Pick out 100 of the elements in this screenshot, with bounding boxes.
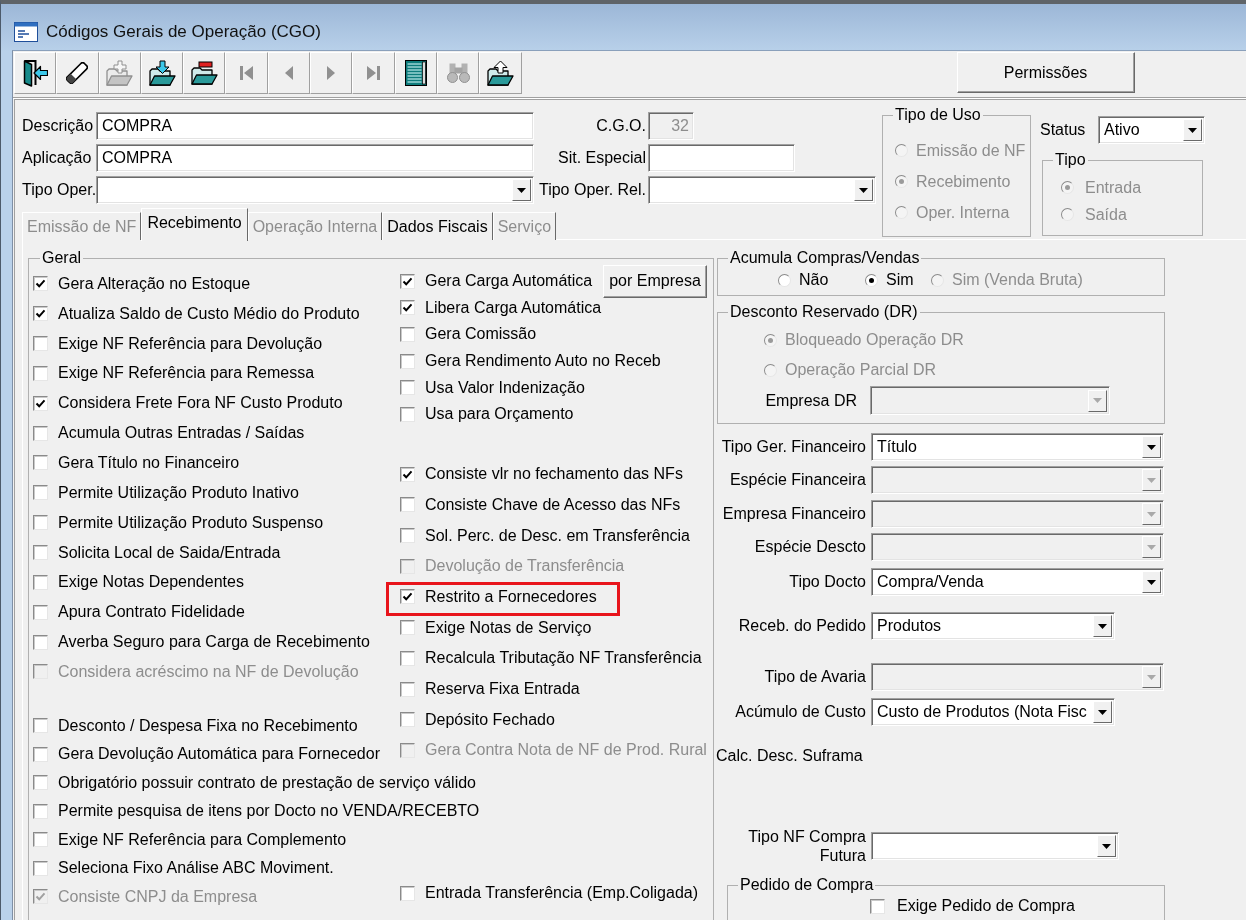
text-field[interactable]: COMPRA (96, 144, 534, 172)
checkbox[interactable] (33, 515, 48, 531)
binoculars-icon (446, 63, 470, 83)
checkbox[interactable] (33, 395, 48, 411)
checkbox[interactable] (33, 365, 48, 381)
checkbox[interactable] (33, 306, 48, 322)
checkbox[interactable] (400, 327, 415, 342)
radio-label: Recebimento (916, 172, 1011, 191)
checkbox[interactable] (400, 885, 415, 901)
dropdown[interactable] (96, 176, 534, 204)
dropdown[interactable] (648, 176, 876, 204)
tab[interactable]: Dados Fiscais (382, 212, 493, 240)
dropdown[interactable]: Produtos (871, 612, 1115, 640)
checkbox-label: Gera Contra Nota de NF de Prod. Rural (425, 741, 707, 760)
checkbox[interactable] (400, 353, 415, 369)
radio-label: Emissão de NF (916, 141, 1026, 160)
radio-button[interactable] (778, 273, 791, 287)
checkbox[interactable] (33, 860, 48, 876)
checkbox[interactable] (33, 775, 48, 791)
checkbox-label: Restrito a Fornecedores (425, 587, 597, 606)
caret-icon[interactable] (1097, 835, 1116, 857)
next-icon (327, 66, 336, 80)
tab[interactable]: Recebimento (141, 208, 248, 241)
checkbox[interactable] (400, 380, 415, 396)
toolbar-button[interactable] (394, 52, 437, 94)
checkbox[interactable] (33, 604, 48, 620)
field-label: Acúmulo de Custo (735, 703, 866, 721)
checkbox[interactable] (33, 425, 48, 441)
checkbox[interactable] (33, 455, 48, 471)
toolbar-button[interactable] (183, 52, 226, 94)
checkbox[interactable] (400, 712, 415, 728)
checkbox[interactable] (400, 681, 415, 697)
checkbox-label: Usa Valor Indenização (425, 378, 585, 397)
dropdown[interactable]: Título (871, 433, 1164, 461)
checkbox[interactable] (33, 803, 48, 819)
checkbox-label: Exige NF Referência para Complemento (58, 830, 347, 849)
dropdown[interactable]: Ativo (1098, 116, 1205, 144)
dropdown[interactable] (871, 832, 1119, 860)
checkbox[interactable] (400, 406, 415, 422)
toolbar-button[interactable] (56, 52, 99, 94)
checkbox-label: Consiste CNPJ da Empresa (58, 887, 258, 906)
checkbox[interactable] (400, 273, 415, 289)
checkbox-label: Depósito Fechado (425, 710, 555, 729)
checkbox[interactable] (400, 528, 415, 544)
checkbox[interactable] (400, 300, 415, 316)
checkbox[interactable] (400, 466, 415, 482)
checkbox-label: Exige Notas de Serviço (425, 618, 592, 637)
field-label: Tipo NF Compra Futura (747, 827, 866, 865)
checkbox-label: Consiste Chave de Acesso das NFs (425, 495, 681, 514)
checkbox[interactable] (33, 718, 48, 734)
caret-icon[interactable] (854, 179, 873, 201)
field-label: C.G.O. (595, 117, 646, 135)
caret-icon[interactable] (1142, 571, 1161, 593)
dropdown[interactable]: Compra/Venda (871, 568, 1164, 596)
radio-button[interactable] (865, 273, 878, 287)
checkbox-label: Consiste vlr no fechamento das NFs (425, 465, 683, 484)
checkbox[interactable] (870, 898, 885, 914)
checkbox[interactable] (33, 336, 48, 352)
caret-icon[interactable] (1183, 119, 1202, 141)
caret-icon[interactable] (1142, 436, 1161, 458)
per-company-button[interactable]: por Empresa (603, 264, 707, 298)
permissions-button[interactable]: Permissões (956, 52, 1135, 93)
radio-label: Oper. Interna (916, 203, 1010, 222)
field-label: Espécie Financeira (729, 471, 866, 489)
toolbar-button[interactable] (479, 52, 522, 94)
caret-icon[interactable] (1093, 701, 1112, 723)
radio-label: Sim (Venda Bruta) (952, 271, 1083, 289)
checkbox-label: Exige NF Referência para Remessa (58, 364, 315, 383)
checkbox-label: Permite pesquisa de itens por Docto no VENDA/RECEBTO (58, 802, 480, 821)
radio-label: Operação Parcial DR (785, 361, 937, 379)
checkbox-label: Gera Rendimento Auto no Receb (425, 352, 661, 371)
field-label: Empresa DR (765, 391, 857, 410)
group-title: Acumula Compras/Vendas (729, 249, 921, 267)
checkbox[interactable] (400, 650, 415, 666)
checkbox[interactable] (33, 276, 48, 292)
window-icon (14, 22, 38, 42)
field-label: Tipo Docto (789, 573, 866, 591)
dropdown[interactable]: Custo de Produtos (Nota Fisc (871, 698, 1115, 726)
group-title: Tipo de Uso (894, 106, 982, 124)
checkbox[interactable] (33, 545, 48, 560)
checkbox-label: Gera Alteração no Estoque (58, 274, 251, 293)
radio-label: Não (799, 271, 829, 289)
text-field[interactable] (648, 144, 795, 172)
checkbox[interactable] (33, 485, 48, 501)
caret-icon[interactable] (512, 179, 531, 201)
checkbox[interactable] (33, 832, 48, 848)
field-label: Tipo Ger. Financeiro (721, 438, 866, 456)
checkbox[interactable] (33, 746, 48, 762)
toolbar-button[interactable] (14, 52, 57, 94)
checkbox[interactable] (400, 589, 415, 605)
checkbox[interactable] (33, 574, 48, 590)
exit-door-icon (22, 59, 48, 87)
skip-first-icon (240, 66, 254, 80)
toolbar-button[interactable] (140, 52, 184, 94)
checkbox[interactable] (400, 620, 415, 636)
checkbox-label: Considera Frete Fora NF Custo Produto (58, 394, 343, 413)
caret-icon[interactable] (1093, 615, 1112, 637)
checkbox[interactable] (400, 497, 415, 513)
text-field[interactable]: COMPRA (96, 112, 534, 140)
checkbox[interactable] (33, 634, 48, 650)
